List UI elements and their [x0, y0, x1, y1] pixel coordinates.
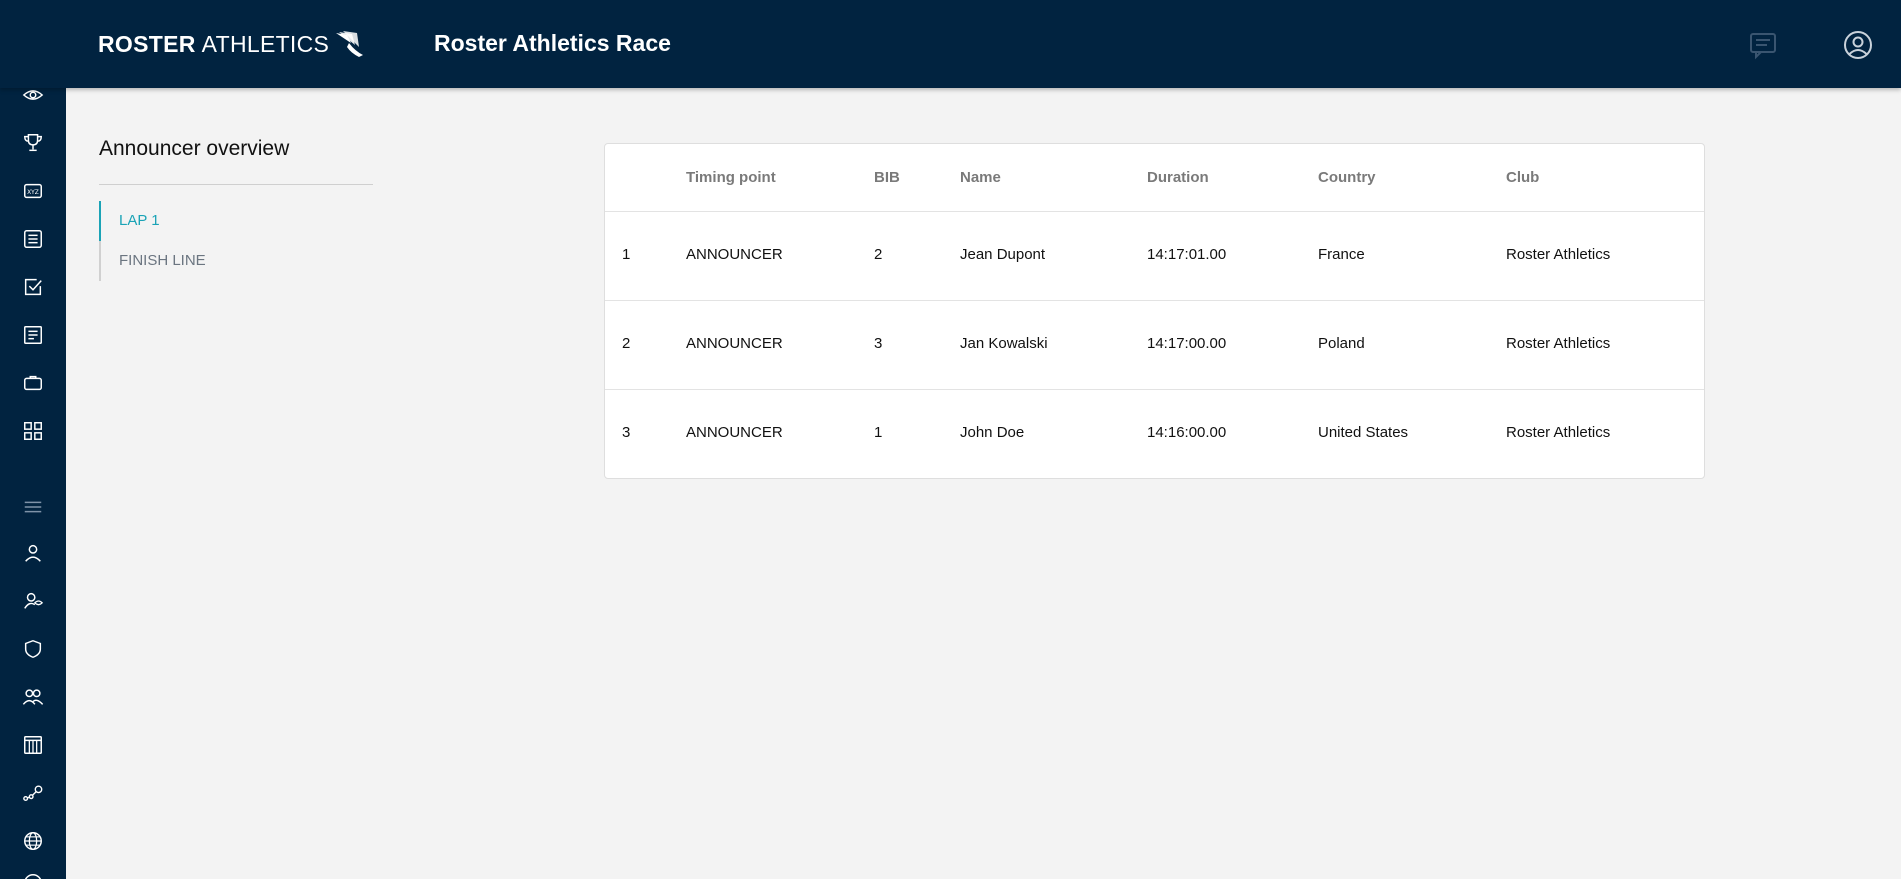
lap-link-lap-1[interactable]: LAP 1: [99, 201, 373, 241]
sidebar-item-connections[interactable]: [19, 779, 47, 807]
account-circle-icon[interactable]: [1842, 29, 1874, 61]
column-header-club[interactable]: Club: [1506, 169, 1539, 186]
cell-country: France: [1318, 246, 1365, 263]
globe-icon: [24, 874, 42, 879]
column-header-timing-point[interactable]: Timing point: [686, 169, 776, 186]
grid-icon: [24, 422, 42, 440]
cell-duration: 14:16:00.00: [1147, 424, 1227, 441]
sidebar-item-shield[interactable]: [19, 635, 47, 663]
cell-timing-point: ANNOUNCER: [686, 246, 783, 263]
column-header-name[interactable]: Name: [960, 169, 1001, 186]
sidebar-item-eye[interactable]: [19, 88, 47, 109]
announcer-table: Timing point BIB Name Duration Country C…: [604, 143, 1705, 479]
lap-nav: LAP 1 FINISH LINE: [99, 201, 373, 281]
sidebar-item-document[interactable]: [19, 321, 47, 349]
checkbox-icon: [24, 278, 42, 296]
cell-rank: 2: [622, 335, 631, 352]
roster-athletics-logo[interactable]: ROSTER ATHLETICS: [98, 28, 367, 60]
connections-icon: [23, 785, 43, 802]
menu-icon: [24, 501, 42, 513]
cell-club: Roster Athletics: [1506, 424, 1611, 441]
cell-name: Jan Kowalski: [960, 335, 1048, 352]
eye-icon: [22, 90, 44, 100]
person-view-icon: [24, 592, 44, 609]
shield-icon: [24, 639, 42, 659]
sidebar-item-person[interactable]: [19, 539, 47, 567]
cell-name: Jean Dupont: [960, 246, 1046, 263]
cell-timing-point: ANNOUNCER: [686, 335, 783, 352]
chat-icon[interactable]: [1748, 30, 1778, 60]
svg-text:XYZ: XYZ: [27, 189, 39, 196]
cell-name: John Doe: [960, 424, 1025, 441]
table-row[interactable]: 2 ANNOUNCER 3 Jan Kowalski 14:17:00.00 P…: [605, 300, 1704, 390]
cell-country: Poland: [1318, 335, 1365, 352]
document-icon: [24, 326, 42, 344]
announcer-overview-title: Announcer overview: [99, 137, 290, 160]
sidebar-item-menu[interactable]: [19, 493, 47, 521]
xyz-badge-icon: XYZ: [24, 183, 42, 199]
sidebar-item-calendar[interactable]: [19, 731, 47, 759]
sidebar: XYZ: [0, 88, 66, 879]
cell-bib: 1: [874, 424, 883, 441]
sidebar-item-grid[interactable]: [19, 417, 47, 445]
logo-text-light: ATHLETICS: [201, 30, 330, 57]
table-row[interactable]: 3 ANNOUNCER 1 John Doe 14:16:00.00 Unite…: [605, 389, 1704, 478]
briefcase-icon: [24, 375, 42, 391]
cell-timing-point: ANNOUNCER: [686, 424, 783, 441]
table-header: Timing point BIB Name Duration Country C…: [605, 144, 1704, 212]
trophy-icon: [24, 134, 42, 152]
column-header-duration[interactable]: Duration: [1147, 169, 1209, 186]
sidebar-item-people[interactable]: [19, 683, 47, 711]
lap-link-finish-line[interactable]: FINISH LINE: [99, 241, 373, 281]
cell-duration: 14:17:01.00: [1147, 246, 1227, 263]
cell-club: Roster Athletics: [1506, 246, 1611, 263]
cell-rank: 1: [622, 246, 631, 263]
sidebar-item-xyz[interactable]: XYZ: [19, 177, 47, 205]
sidebar-item-globe[interactable]: [19, 827, 47, 855]
sidebar-item-more[interactable]: [19, 869, 47, 879]
sidebar-item-person-view[interactable]: [19, 587, 47, 615]
calendar-icon: [24, 736, 42, 754]
table-row[interactable]: 1 ANNOUNCER 2 Jean Dupont 14:17:01.00 Fr…: [605, 211, 1704, 301]
column-header-country[interactable]: Country: [1318, 169, 1376, 186]
sidebar-item-list[interactable]: [19, 225, 47, 253]
cell-country: United States: [1318, 424, 1409, 441]
winged-shoe-icon: [336, 31, 364, 57]
people-icon: [22, 689, 44, 705]
logo-text-bold: ROSTER: [98, 30, 196, 57]
cell-rank: 3: [622, 424, 631, 441]
column-header-bib[interactable]: BIB: [874, 169, 900, 186]
cell-duration: 14:17:00.00: [1147, 335, 1227, 352]
cell-club: Roster Athletics: [1506, 335, 1611, 352]
sidebar-item-checkbox[interactable]: [19, 273, 47, 301]
top-bar: ROSTER ATHLETICS Roster Athletics Race: [0, 0, 1901, 88]
page-title: Roster Athletics Race: [434, 30, 671, 56]
sidebar-item-briefcase[interactable]: [19, 369, 47, 397]
list-icon: [24, 230, 42, 248]
sidebar-item-trophy[interactable]: [19, 129, 47, 157]
cell-bib: 2: [874, 246, 883, 263]
globe-icon: [24, 832, 42, 850]
divider: [99, 184, 373, 185]
cell-bib: 3: [874, 335, 883, 352]
person-icon: [25, 544, 41, 562]
